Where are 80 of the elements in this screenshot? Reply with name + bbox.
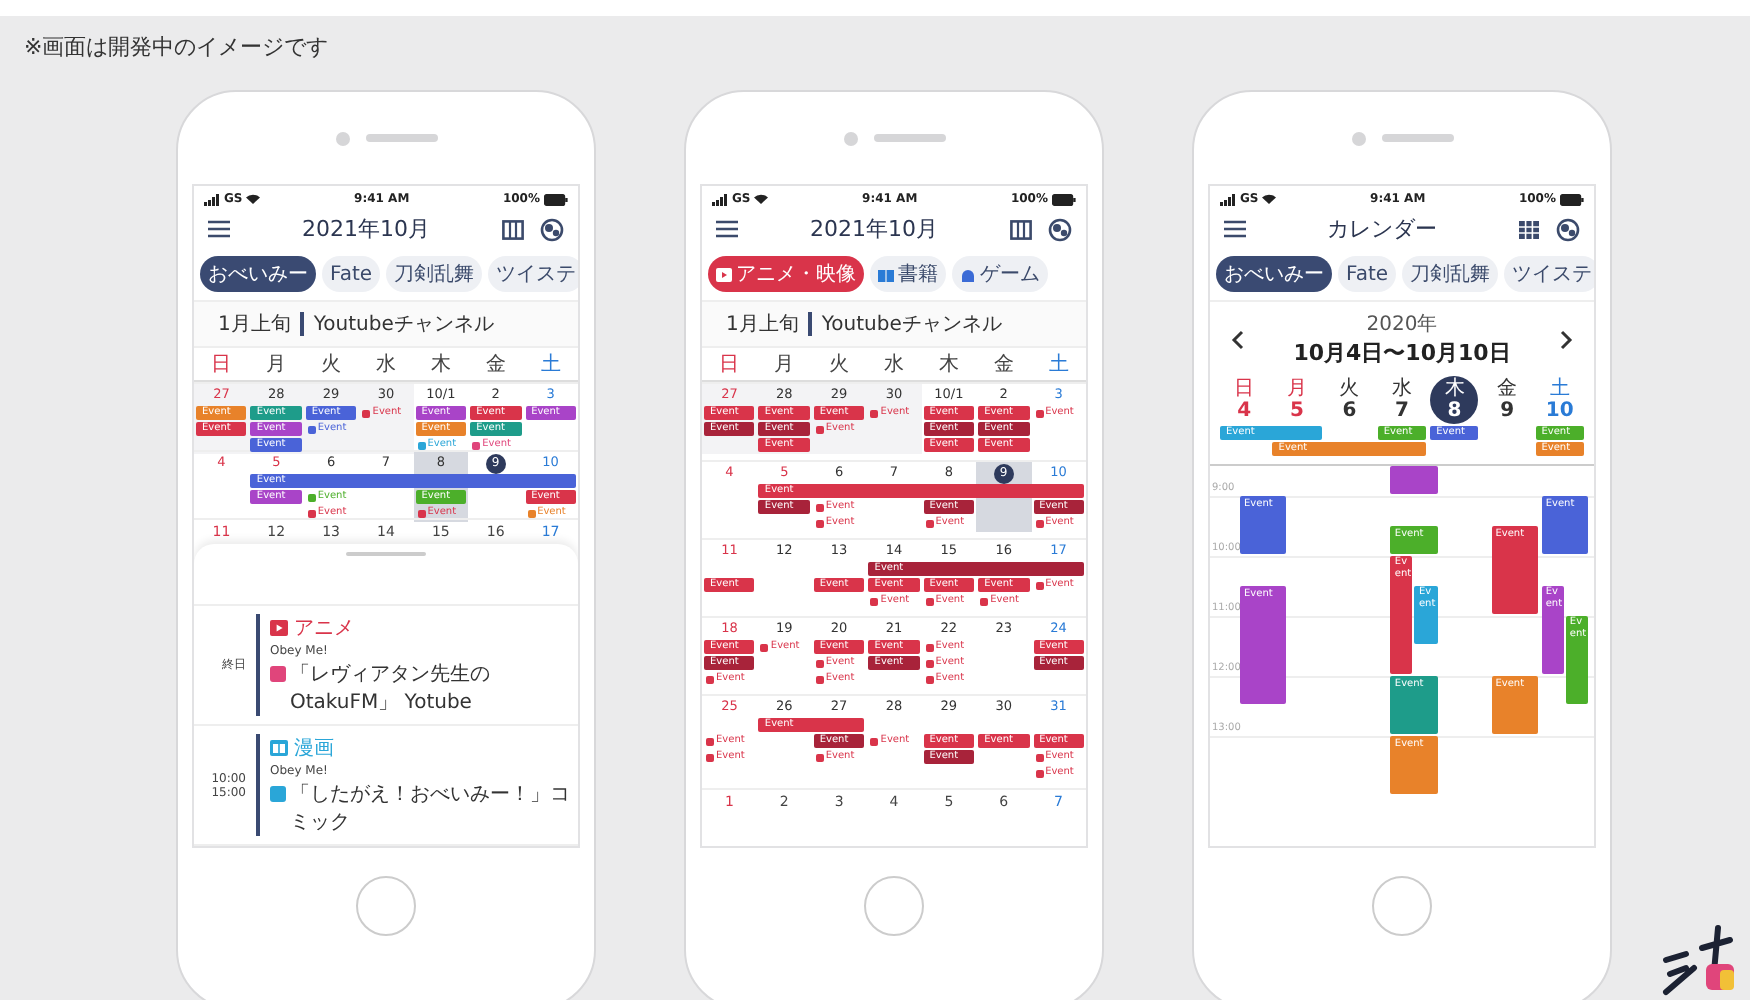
circles-icon[interactable]	[1048, 217, 1072, 241]
weekday-label: 月	[772, 352, 797, 378]
category-chip[interactable]: おべいみー	[1216, 256, 1332, 292]
speaker-slot	[873, 134, 945, 142]
camera-dot	[843, 131, 857, 145]
menu-icon[interactable]	[1224, 220, 1246, 238]
caption: ※画面は開発中のイメージです	[24, 32, 329, 62]
wifi-icon	[754, 194, 769, 204]
dome-icon	[960, 267, 976, 281]
selected-day[interactable]: 木 8	[1430, 376, 1479, 424]
category-chip[interactable]: ゲーム	[952, 256, 1048, 292]
camera-dot	[335, 131, 349, 145]
camera-dot	[1351, 131, 1365, 145]
category-label: 漫画	[294, 736, 334, 762]
weekday-label: 水	[881, 351, 906, 378]
category-chip[interactable]: ツイステ	[488, 256, 578, 292]
book-icon	[878, 267, 894, 281]
day-header[interactable]: 月 5	[1272, 376, 1321, 424]
category-chip[interactable]: ツイステ	[1504, 256, 1594, 292]
event-detail: 「したがえ！おべいみー！」コミック	[290, 781, 570, 836]
grid-icon[interactable]	[1518, 219, 1540, 239]
weekday-label: 木	[936, 351, 961, 378]
category-label: アニメ	[294, 616, 354, 642]
timeline-bar	[256, 734, 260, 836]
screen-title: カレンダー	[1325, 214, 1439, 244]
day-header[interactable]: 土 10	[1535, 376, 1584, 424]
signal-icon	[1220, 193, 1236, 205]
circles-icon[interactable]	[1556, 217, 1580, 241]
signal-icon	[712, 193, 728, 205]
battery-icon	[1052, 193, 1076, 205]
banner-period: 1月上旬	[218, 311, 291, 338]
next-icon[interactable]	[1559, 329, 1574, 349]
category-chip[interactable]: 書籍	[870, 256, 946, 292]
menu-icon[interactable]	[716, 220, 738, 238]
year-label: 2020年	[1366, 312, 1438, 338]
timeline-bar	[256, 614, 260, 716]
event-detail: 「レヴィアタン先生のOtakuFM」 Yotube	[290, 661, 492, 716]
banner-title: Youtubeチャンネル	[821, 312, 1002, 338]
category-chip[interactable]: おべいみー	[200, 256, 316, 292]
weekday-label: 火	[319, 351, 344, 378]
category-chip[interactable]: アニメ・映像	[708, 256, 864, 292]
sheet-handle[interactable]	[346, 552, 426, 556]
category-chip[interactable]: Fate	[322, 256, 381, 292]
battery-icon	[544, 193, 568, 205]
category-chip[interactable]: 刀剣乱舞	[386, 256, 483, 292]
tv-icon	[716, 267, 732, 281]
columns-icon[interactable]	[502, 219, 524, 239]
weekday-label: 土	[538, 351, 563, 378]
day-header[interactable]: 金 9	[1483, 376, 1532, 424]
weekday-label: 木	[428, 351, 453, 378]
weekday-label: 火	[827, 351, 852, 378]
date-range: 10月4日〜10月10日	[1293, 338, 1511, 368]
speaker-slot	[365, 134, 437, 142]
tv-icon	[270, 620, 288, 636]
day-header[interactable]: 水 7	[1377, 376, 1426, 424]
previous-icon[interactable]	[1230, 329, 1244, 349]
screen-title: 2021年10月	[300, 214, 432, 244]
day-header[interactable]: 日 4	[1220, 376, 1269, 424]
banner-title: Youtubeチャンネル	[313, 312, 494, 338]
circles-icon[interactable]	[540, 217, 564, 241]
menu-icon[interactable]	[208, 220, 230, 238]
speaker-slot	[1381, 134, 1453, 142]
day-header[interactable]: 火 6	[1325, 376, 1374, 424]
battery-icon	[1560, 193, 1584, 205]
signal-icon	[204, 193, 220, 205]
weekday-label: 土	[1046, 351, 1071, 378]
weekday-label: 日	[209, 352, 234, 378]
category-chip[interactable]: 刀剣乱舞	[1402, 256, 1499, 292]
weekday-label: 月	[264, 352, 289, 378]
weekday-label: 水	[373, 351, 398, 378]
screen-title: 2021年10月	[808, 214, 940, 244]
columns-icon[interactable]	[1010, 219, 1032, 239]
wifi-icon	[246, 194, 261, 204]
wifi-icon	[1262, 194, 1277, 204]
weekday-label: 金	[483, 352, 508, 378]
weekday-label: 金	[991, 352, 1016, 378]
category-chip[interactable]: Fate	[1338, 256, 1397, 292]
book-icon	[270, 740, 288, 756]
banner-period: 1月上旬	[726, 311, 799, 338]
weekday-label: 日	[717, 352, 742, 378]
